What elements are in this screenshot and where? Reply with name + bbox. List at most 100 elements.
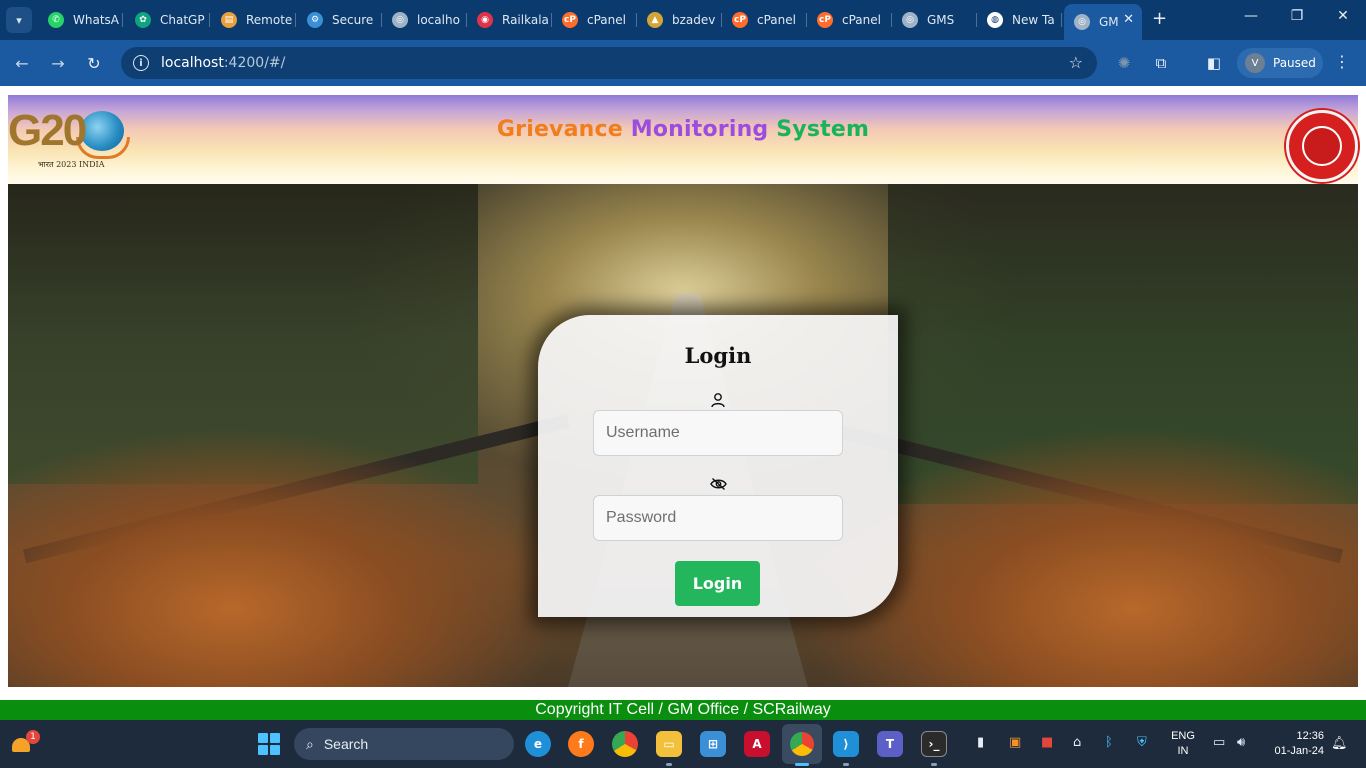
tab-5[interactable]: ◉ Railkala (467, 4, 552, 36)
url-host: localhost (161, 55, 224, 71)
clock[interactable]: 12:36 01-Jan-24 (1262, 729, 1324, 759)
new-tab-button[interactable]: + (1152, 9, 1167, 29)
tab-separator (295, 13, 296, 27)
notification-bell-icon[interactable]: 🔔︎ (1331, 736, 1348, 751)
tab-separator (1061, 13, 1062, 27)
tab-separator (209, 13, 210, 27)
globe-icon: ◎ (392, 12, 408, 28)
minimize-button[interactable]: — (1231, 8, 1271, 24)
password-input[interactable] (593, 495, 843, 541)
tab-2[interactable]: ▤ Remote (211, 4, 296, 36)
chrome-icon (790, 732, 814, 756)
avatar: V (1245, 53, 1265, 73)
tab-6[interactable]: cP cPanel (552, 4, 637, 36)
tray-red-app-icon[interactable]: ■ (1041, 735, 1053, 750)
chrome-icon[interactable] (612, 731, 638, 757)
security-shield-icon[interactable]: ⛨ (1137, 735, 1147, 750)
url-text: localhost:4200/#/ (161, 55, 285, 71)
taskbar-search[interactable]: ⌕ Search (294, 728, 514, 760)
active-indicator (795, 763, 809, 766)
file-explorer-icon[interactable]: ▭ (656, 731, 682, 757)
username-input[interactable] (593, 410, 843, 456)
tab-11[interactable]: ◍ New Ta (977, 4, 1062, 36)
profile-status: Paused (1273, 56, 1316, 70)
login-button[interactable]: Login (675, 561, 760, 606)
railkala-icon: ◉ (477, 12, 493, 28)
forward-button[interactable]: → (45, 50, 71, 76)
start-windows-icon[interactable] (258, 733, 280, 755)
title-word-grievance: Grievance (496, 117, 623, 142)
tab-active[interactable]: ◎ GM ✕ (1064, 4, 1142, 40)
profile-button[interactable]: V Paused (1237, 48, 1323, 78)
tab-label: localho (417, 13, 460, 27)
tab-label: bzadev (672, 13, 716, 27)
close-icon[interactable]: ✕ (1123, 12, 1134, 27)
tab-8[interactable]: cP cPanel (722, 4, 807, 36)
remote-icon: ▤ (221, 12, 237, 28)
tab-label: Railkala (502, 13, 549, 27)
terminal-icon[interactable]: ›_ (921, 731, 947, 757)
firefox-icon[interactable]: f (568, 731, 594, 757)
language-region: IN (1177, 745, 1189, 757)
title-word-system: System (776, 117, 870, 142)
tab-label: cPanel (587, 13, 626, 27)
tab-9[interactable]: cP cPanel (807, 4, 892, 36)
page-title: Grievance Monitoring System (8, 117, 1358, 142)
cpanel-icon: cP (732, 12, 748, 28)
login-heading: Login (684, 343, 752, 368)
weather-widget[interactable]: 1 (8, 730, 40, 758)
search-icon: ⌕ (306, 735, 314, 752)
tab-label: Secure (332, 13, 374, 27)
notification-badge: 1 (26, 730, 40, 744)
bluetooth-icon[interactable]: ᛒ (1105, 735, 1113, 750)
whatsapp-icon: ✆ (48, 12, 64, 28)
tab-label: cPanel (842, 13, 881, 27)
address-bar[interactable]: i localhost:4200/#/ ☆ (121, 47, 1097, 79)
extensions-icon[interactable]: ⧉ (1150, 52, 1172, 74)
acrobat-icon[interactable]: A (744, 731, 770, 757)
chrome-profile-active-icon[interactable] (782, 724, 822, 764)
eye-slash-icon[interactable] (709, 475, 727, 493)
teams-icon[interactable]: T (877, 731, 903, 757)
tab-0[interactable]: ✆ WhatsA (38, 4, 123, 36)
menu-kebab-icon[interactable]: ⋮ (1334, 52, 1350, 71)
vscode-icon[interactable]: ⟩ (833, 731, 859, 757)
tray-orange-app-icon[interactable]: ▣ (1009, 735, 1021, 750)
extension-puzzle-icon[interactable]: ✺ (1113, 52, 1135, 74)
tab-1[interactable]: ✿ ChatGP (125, 4, 210, 36)
tab-10[interactable]: ◎ GMS (892, 4, 977, 36)
network-icon[interactable]: ▭ (1213, 735, 1225, 750)
edge-icon[interactable]: e (525, 731, 551, 757)
language-code: ENG (1171, 730, 1195, 742)
language-indicator[interactable]: ENG IN (1168, 729, 1198, 759)
tab-label: GMS (927, 13, 955, 27)
running-indicator (843, 763, 849, 766)
globe-icon: ◎ (902, 12, 918, 28)
login-card: Login Login (538, 315, 898, 617)
site-info-icon[interactable]: i (133, 55, 149, 71)
tab-search-button[interactable]: ▾ (6, 7, 32, 33)
usb-icon[interactable]: ⌂ (1073, 735, 1081, 750)
tab-label: WhatsA (73, 13, 119, 27)
tab-3[interactable]: ⚙ Secure (297, 4, 382, 36)
close-window-button[interactable]: ✕ (1323, 8, 1363, 24)
tab-4[interactable]: ◎ localho (382, 4, 467, 36)
site-header: G20 भारत 2023 INDIA Grievance Monitoring… (8, 95, 1358, 184)
tab-separator (122, 13, 123, 27)
side-panel-icon[interactable]: ◧ (1203, 52, 1225, 74)
cpanel-icon: cP (817, 12, 833, 28)
tab-label: cPanel (757, 13, 796, 27)
back-button[interactable]: ← (9, 50, 35, 76)
remote-desktop-icon[interactable]: ⊞ (700, 731, 726, 757)
volume-icon[interactable]: 🔊︎ (1237, 735, 1245, 750)
running-indicator (931, 763, 937, 766)
restore-button[interactable]: ❐ (1277, 8, 1317, 24)
tray-app-icon[interactable]: ▮ (977, 735, 984, 750)
tab-label: ChatGP (160, 13, 205, 27)
running-indicator (666, 763, 672, 766)
page-footer: Copyright IT Cell / GM Office / SCRailwa… (0, 700, 1366, 720)
clock-date: 01-Jan-24 (1274, 745, 1324, 757)
tab-7[interactable]: ▲ bzadev (637, 4, 722, 36)
bookmark-star-icon[interactable]: ☆ (1069, 53, 1083, 72)
reload-button[interactable]: ↻ (81, 50, 107, 76)
